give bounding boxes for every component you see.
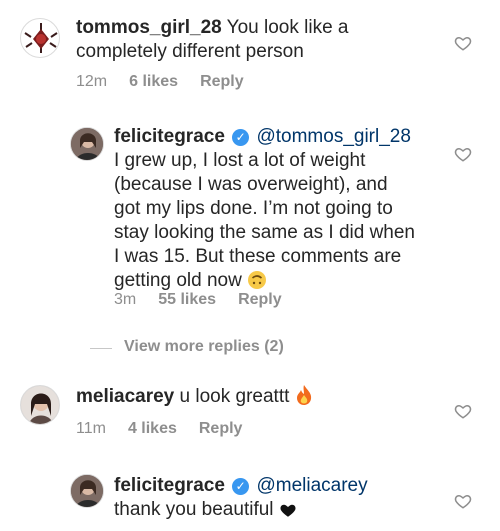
profile-photo-icon [71, 475, 103, 507]
comment-text: felicitegrace ✓ @tommos_girl_28 I grew u… [114, 125, 416, 293]
verified-badge-icon: ✓ [232, 478, 250, 495]
comment-body: thank you beautiful [114, 499, 274, 520]
comment-username[interactable]: meliacarey [76, 386, 174, 407]
comment-text: tommos_girl_28 You look like a completel… [76, 16, 416, 64]
heart-outline-icon[interactable] [454, 145, 472, 163]
comment-likes[interactable]: 6 likes [129, 73, 178, 91]
comment-username[interactable]: felicitegrace [114, 126, 225, 147]
fire-emoji-icon [296, 385, 311, 405]
comment-username[interactable]: felicitegrace [114, 475, 225, 496]
heart-outline-icon[interactable] [454, 402, 472, 420]
comment-text: felicitegrace ✓ @meliacarey thank you be… [114, 474, 416, 522]
avatar[interactable] [70, 474, 104, 508]
reply-button[interactable]: Reply [200, 73, 244, 91]
avatar[interactable] [70, 127, 104, 161]
profile-photo-icon [71, 128, 103, 160]
comment-body: u look greattt [179, 386, 290, 407]
rose-avatar-icon [24, 23, 58, 53]
reply-button[interactable]: Reply [199, 420, 243, 438]
avatar[interactable] [20, 18, 60, 58]
comment-time: 3m [114, 291, 137, 308]
comment-text: meliacarey u look greattt [76, 384, 416, 409]
black-heart-emoji-icon [280, 504, 296, 517]
mention-link[interactable]: @tommos_girl_28 [256, 126, 410, 147]
comment-meta: 3m 55 likes Reply [114, 291, 282, 309]
upside-down-face-emoji-icon [248, 271, 267, 289]
comment-meta: 11m 4 likes Reply [76, 420, 242, 438]
mention-link[interactable]: @meliacarey [256, 475, 367, 496]
avatar[interactable] [20, 385, 60, 425]
view-more-divider [90, 348, 112, 349]
comment-time: 12m [76, 73, 108, 90]
comment-username[interactable]: tommos_girl_28 [76, 17, 222, 38]
comment-meta: 12m 6 likes Reply [76, 73, 244, 91]
comment-likes[interactable]: 55 likes [158, 291, 216, 309]
profile-photo-icon [21, 386, 59, 424]
reply-button[interactable]: Reply [238, 291, 282, 309]
heart-outline-icon[interactable] [454, 34, 472, 52]
view-more-replies-button[interactable]: View more replies (2) [124, 338, 284, 356]
comment-time: 11m [76, 420, 106, 437]
heart-outline-icon[interactable] [454, 492, 472, 510]
verified-badge-icon: ✓ [232, 129, 250, 146]
comment-likes[interactable]: 4 likes [128, 420, 177, 438]
